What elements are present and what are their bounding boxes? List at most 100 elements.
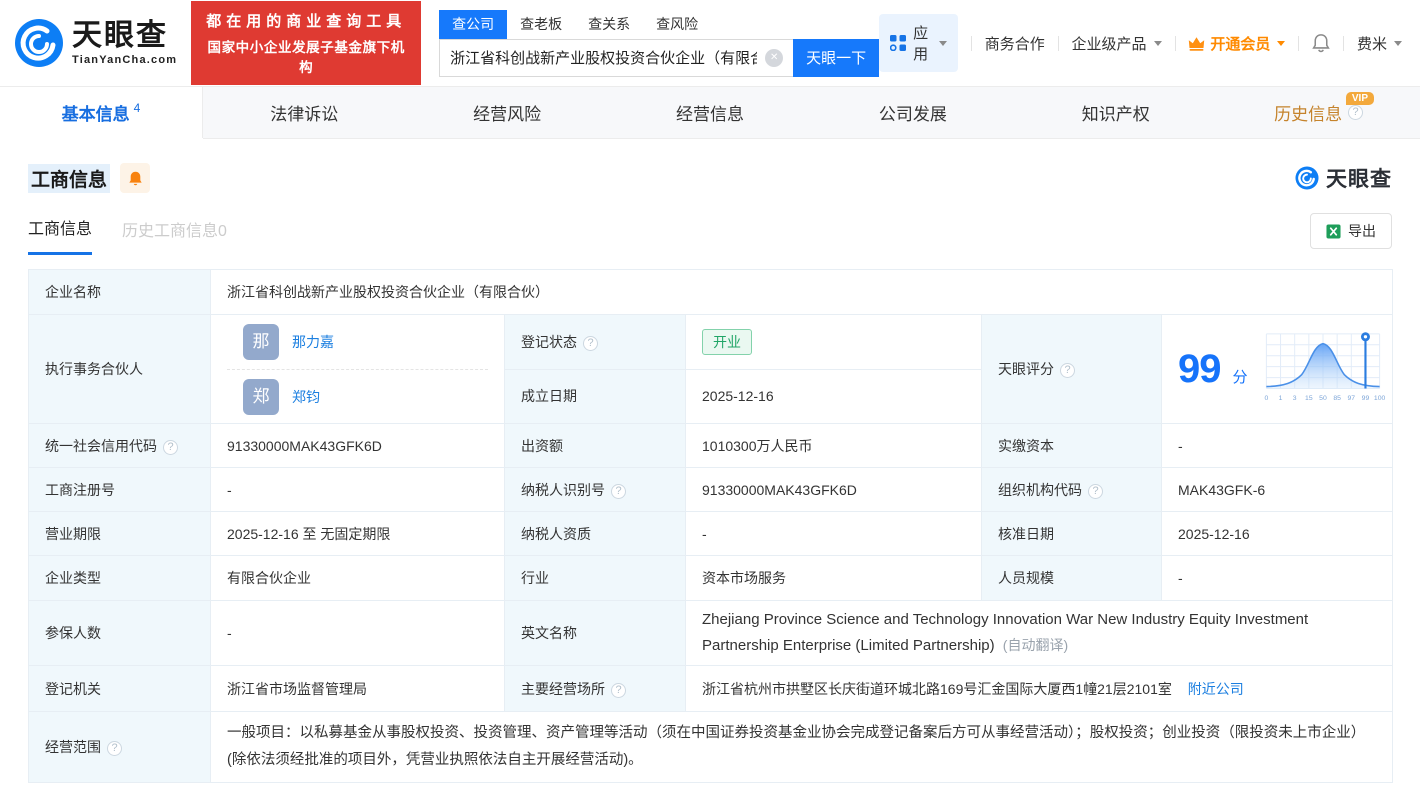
field-value-executive-partners: 那 那力嘉 郑 郑钧 (210, 314, 505, 424)
svg-text:3: 3 (1292, 395, 1296, 402)
tab-company-development[interactable]: 公司发展 (811, 87, 1014, 138)
field-value-staff-size: - (1161, 555, 1393, 601)
search-input[interactable] (439, 38, 794, 77)
search-tab-risk[interactable]: 查风险 (643, 10, 711, 39)
svg-text:85: 85 (1333, 395, 1341, 402)
chevron-down-icon (1277, 40, 1286, 46)
svg-text:99: 99 (1361, 395, 1369, 402)
user-menu[interactable]: 费米 (1357, 33, 1403, 54)
nav-divider (1343, 35, 1344, 51)
notifications-bell[interactable] (1312, 33, 1330, 53)
field-label-taxpayer-id: 纳税人识别号 (504, 467, 686, 512)
field-label-credit-code: 统一社会信用代码 (28, 423, 211, 468)
field-label-executive-partners: 执行事务合伙人 (28, 314, 211, 424)
search-tabs: 查公司 查老板 查关系 查风险 (439, 9, 879, 39)
nav-business-coop[interactable]: 商务合作 (985, 33, 1045, 54)
field-value-business-scope: 一般项目：以私募基金从事股权投资、投资管理、资产管理等活动（须在中国证券投资基金… (210, 711, 1393, 783)
field-value-registration-authority: 浙江省市场监督管理局 (210, 665, 505, 712)
chevron-down-icon (1153, 40, 1162, 46)
svg-text:0: 0 (1264, 395, 1268, 402)
svg-text:97: 97 (1347, 395, 1355, 402)
company-page-tabs: 基本信息 4 法律诉讼 经营风险 经营信息 公司发展 知识产权 VIP 历史信息 (0, 86, 1420, 139)
field-value-company-type: 有限合伙企业 (210, 555, 505, 601)
help-icon[interactable] (107, 741, 122, 756)
excel-icon (1326, 223, 1341, 239)
field-value-industry: 资本市场服务 (685, 555, 982, 601)
nav-open-vip[interactable]: 开通会员 (1188, 33, 1286, 54)
avatar: 郑 (243, 378, 279, 415)
field-value-business-term: 2025-12-16 至 无固定期限 (210, 511, 505, 556)
subtab-business-info[interactable]: 工商信息 (28, 215, 93, 255)
field-label-registration-authority: 登记机关 (28, 665, 211, 712)
business-info-table: 企业名称 浙江省科创战新产业股权投资合伙企业（有限合伙） 执行事务合伙人 那 那… (28, 269, 1393, 783)
partner-link[interactable]: 那力嘉 (292, 332, 334, 352)
chevron-down-icon (938, 40, 947, 46)
tab-intellectual-property[interactable]: 知识产权 (1014, 87, 1217, 138)
field-value-org-code: MAK43GFK-6 (1161, 467, 1393, 512)
promo-banner: 都在用的商业查询工具 国家中小企业发展子基金旗下机构 (191, 1, 422, 85)
top-nav: 应用 商务合作 企业级产品 开通会员 费米 (879, 14, 1403, 72)
nav-divider (1174, 35, 1176, 51)
tianyancha-logo[interactable]: 天眼查 TianYanCha.com (14, 18, 177, 68)
field-value-insured-count: - (210, 600, 505, 666)
field-label-tyc-score: 天眼评分 (981, 314, 1162, 424)
tab-operational-risk[interactable]: 经营风险 (406, 87, 609, 138)
help-icon[interactable] (1088, 483, 1103, 499)
help-icon[interactable] (611, 682, 626, 698)
svg-text:50: 50 (1319, 395, 1327, 402)
field-label-english-name: 英文名称 (504, 600, 686, 666)
nav-divider (970, 35, 972, 51)
svg-text:100: 100 (1373, 395, 1385, 402)
tab-history-info[interactable]: VIP 历史信息 (1217, 87, 1420, 138)
monitor-bell-button[interactable] (120, 163, 151, 193)
field-label-capital: 出资额 (504, 423, 686, 468)
partner-link[interactable]: 郑钧 (292, 387, 320, 407)
main-header: 天眼查 TianYanCha.com 都在用的商业查询工具 国家中小企业发展子基… (0, 0, 1420, 86)
partner-row: 那 那力嘉 (227, 315, 488, 369)
help-icon[interactable] (611, 483, 626, 499)
logo-name: 天眼查 (72, 18, 168, 52)
field-label-main-address: 主要经营场所 (504, 665, 686, 712)
tianyancha-logo-icon (14, 18, 64, 68)
apps-menu[interactable]: 应用 (879, 14, 958, 72)
enterprise-label: 企业级产品 (1071, 35, 1147, 53)
help-icon[interactable] (163, 439, 178, 455)
svg-text:1: 1 (1278, 395, 1282, 402)
tab-business-info[interactable]: 经营信息 (609, 87, 812, 138)
field-label-reg-number: 工商注册号 (28, 467, 211, 512)
field-value-main-address: 浙江省杭州市拱墅区长庆街道环城北路169号汇金国际大厦西1幢21层2101室 附… (685, 665, 1393, 712)
help-icon[interactable] (1060, 363, 1075, 378)
field-value-credit-code: 91330000MAK43GFK6D (210, 423, 505, 468)
watermark-text: 天眼查 (1326, 168, 1392, 191)
export-label: 导出 (1348, 223, 1376, 239)
score-number: 99 (1178, 346, 1221, 391)
svg-text:15: 15 (1305, 395, 1313, 402)
search-button[interactable]: 天眼一下 (793, 38, 880, 77)
apps-label: 应用 (913, 25, 929, 63)
tab-basic-info[interactable]: 基本信息 4 (0, 87, 203, 138)
export-button[interactable]: 导出 (1310, 213, 1392, 249)
clear-search-icon[interactable] (765, 48, 784, 67)
subtab-row: 工商信息 历史工商信息0 导出 (0, 193, 1420, 257)
help-icon[interactable] (583, 335, 598, 351)
banner-line1: 都在用的商业查询工具 (206, 13, 407, 30)
search-tab-company[interactable]: 查公司 (439, 9, 508, 39)
nav-enterprise-products[interactable]: 企业级产品 (1072, 33, 1162, 54)
tab-legal-proceedings[interactable]: 法律诉讼 (203, 87, 406, 138)
field-label-insured-count: 参保人数 (28, 600, 211, 666)
search-tab-relation[interactable]: 查关系 (575, 10, 643, 39)
field-value-approval-date: 2025-12-16 (1161, 511, 1393, 556)
help-icon[interactable] (1348, 105, 1364, 120)
search-tab-boss[interactable]: 查老板 (507, 10, 575, 39)
nearby-companies-link[interactable]: 附近公司 (1188, 681, 1244, 697)
field-label-taxpayer-quality: 纳税人资质 (504, 511, 686, 556)
nav-divider (1298, 35, 1300, 51)
field-label-company-type: 企业类型 (28, 555, 211, 601)
tab-count-badge: 4 (133, 100, 141, 115)
field-value-taxpayer-quality: - (685, 511, 982, 556)
field-value-tyc-score: 99 分 0 1 3 15 50 85 97 99 100 (1161, 314, 1393, 424)
field-label-company-name: 企业名称 (28, 269, 211, 315)
field-value-reg-status: 开业 (685, 314, 982, 370)
field-label-staff-size: 人员规模 (981, 555, 1162, 601)
subtab-history-business-info[interactable]: 历史工商信息0 (122, 217, 227, 254)
